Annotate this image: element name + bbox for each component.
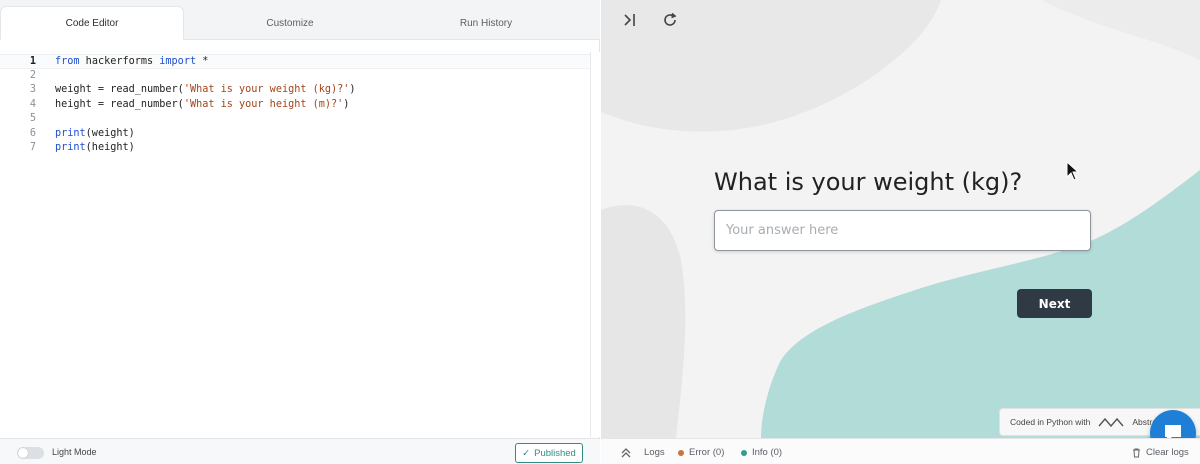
check-icon: ✓ [522, 447, 531, 459]
code-line[interactable]: 2 [0, 69, 590, 84]
tab-run-history[interactable]: Run History [394, 6, 578, 40]
published-label: Published [534, 447, 576, 459]
info-dot-icon [741, 449, 747, 456]
code-string: 'What is your height (m)?' [183, 98, 344, 110]
code-token: (height) [85, 142, 135, 153]
code-line[interactable]: 6 print(weight) [0, 127, 590, 142]
code-token: ) [343, 98, 350, 110]
code-token: * [196, 56, 209, 67]
preview-pane: What is your weight (kg)? Next Coded in … [601, 0, 1200, 438]
line-number: 7 [29, 142, 36, 153]
tab-customize[interactable]: Customize [198, 6, 382, 40]
coded-in-label: Coded in Python with [1010, 417, 1091, 427]
code-keyword: print [55, 142, 86, 153]
code-token: hackerforms [79, 56, 160, 67]
code-keyword: from [55, 56, 80, 67]
logs-label: Logs [644, 447, 665, 458]
line-number: 1 [29, 56, 36, 67]
error-dot-icon [678, 449, 684, 456]
chevron-double-up-icon [621, 447, 631, 457]
light-mode-toggle[interactable] [17, 447, 44, 459]
line-number: 3 [29, 84, 36, 95]
line-number: 6 [29, 127, 36, 139]
chat-bubble-icon [1165, 425, 1181, 438]
code-keyword: import [159, 56, 197, 67]
clear-logs-button[interactable]: Clear logs [1132, 447, 1200, 458]
code-line[interactable]: 5 [0, 112, 590, 127]
code-text: print(weight) [55, 127, 135, 142]
app-window: Code Editor Customize Run History 1 from … [0, 0, 1200, 464]
code-token: ) [349, 84, 356, 95]
clear-logs-label: Clear logs [1146, 447, 1189, 458]
code-line[interactable]: 1 from hackerforms import * [0, 54, 590, 69]
tab-code-editor[interactable]: Code Editor [0, 6, 184, 40]
editor-pane: Code Editor Customize Run History 1 from … [0, 0, 600, 464]
published-button[interactable]: ✓ Published [515, 443, 583, 463]
code-keyword: print [55, 127, 86, 139]
tab-bar: Code Editor Customize Run History [0, 0, 600, 40]
code-string: 'What is your weight (kg)?' [183, 84, 350, 95]
code-text: print(height) [55, 141, 135, 156]
logs-toggle[interactable]: Logs [621, 447, 665, 458]
error-filter[interactable]: Error (0) [678, 447, 724, 458]
trash-icon [1133, 448, 1140, 457]
code-token: height = read_number( [55, 98, 184, 110]
code-text: from hackerforms import * [55, 55, 208, 70]
question-label: What is your weight (kg)? [714, 168, 1023, 196]
logs-bar: Logs Error (0) Info (0) Clear logs [601, 438, 1200, 464]
error-count: Error (0) [689, 447, 725, 458]
answer-input[interactable] [714, 210, 1091, 251]
editor-footer: Light Mode [0, 438, 600, 464]
code-token: (weight) [85, 127, 135, 139]
light-mode-label: Light Mode [52, 447, 97, 457]
line-number: 5 [29, 113, 36, 124]
info-count: Info (0) [752, 447, 783, 458]
editor-ruler [590, 52, 591, 437]
code-line[interactable]: 4 height = read_number('What is your heig… [0, 98, 590, 113]
code-editor[interactable]: 1 from hackerforms import * 2 3 weight = rea… [0, 52, 600, 437]
next-button[interactable]: Next [1017, 289, 1092, 318]
line-number: 2 [29, 69, 36, 81]
info-filter[interactable]: Info (0) [741, 447, 782, 458]
code-line[interactable]: 7 print(height) [0, 141, 590, 156]
line-number: 4 [29, 98, 36, 110]
code-line[interactable]: 3 weight = read_number('What is your weig… [0, 83, 590, 98]
refresh-icon[interactable] [660, 10, 680, 30]
collapse-panel-icon[interactable] [620, 10, 640, 30]
abstra-logo-icon [1098, 417, 1124, 427]
code-text: weight = read_number('What is your weigh… [55, 83, 356, 98]
code-token: weight = read_number( [55, 84, 184, 95]
code-text: height = read_number('What is your heigh… [55, 98, 349, 113]
mouse-cursor-icon [1066, 161, 1080, 181]
